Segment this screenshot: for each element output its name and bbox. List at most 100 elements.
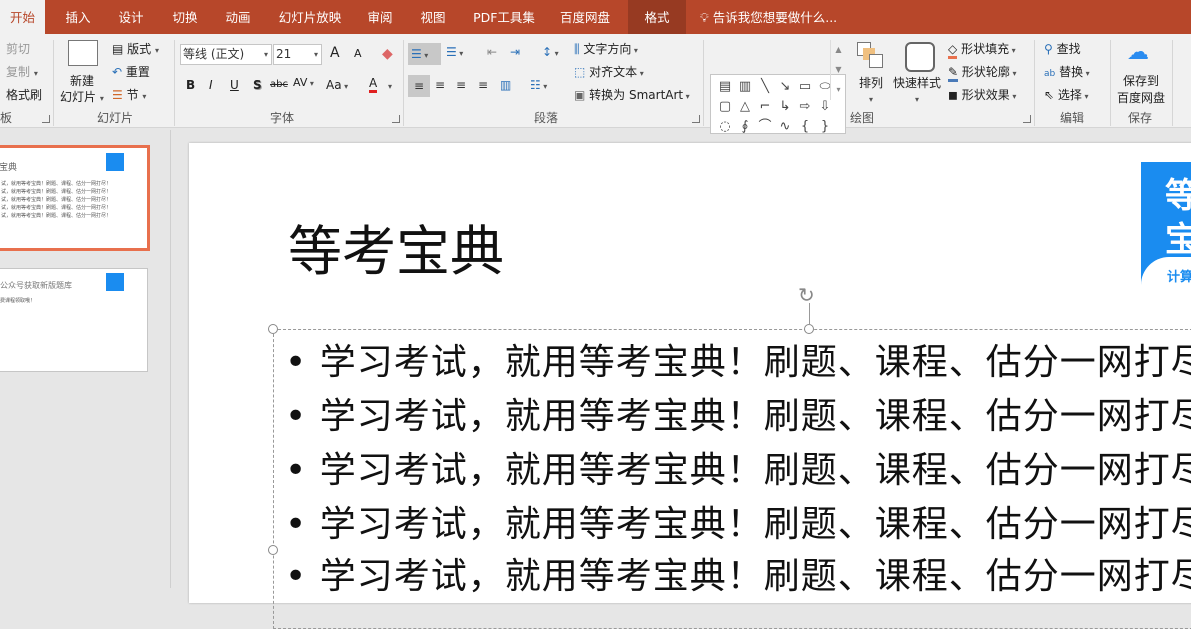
layout-button[interactable]: ▤ 版式 ▾: [112, 40, 159, 57]
line-spacing-icon[interactable]: ↕ ▾: [542, 45, 559, 59]
bullet-item: • 学习考试，就用等考宝典！刷题、课程、估分一网打尽！: [285, 556, 1191, 597]
shape-effects-icon: ◼: [948, 88, 958, 102]
textbox-shape-icon: ▤: [718, 79, 732, 94]
section-icon: ☰: [112, 88, 127, 102]
thumb-title: 宝典: [0, 163, 18, 173]
save-to-baidu-button[interactable]: 保存到 百度网盘: [1117, 72, 1165, 106]
new-slide-button[interactable]: 新建: [70, 72, 94, 89]
clear-formatting-icon[interactable]: ◆: [382, 46, 393, 62]
shrink-font-button[interactable]: A: [354, 47, 362, 60]
text-direction-button[interactable]: ⫼ 文字方向 ▾: [574, 40, 638, 57]
shape-fill-icon: ◇: [948, 42, 958, 59]
rounded-rect-shape-icon: ▢: [718, 99, 732, 114]
shapes-gallery[interactable]: ▤ ▥ ╲ ↘ ▭ ⬭ ▢ △ ⌐ ↳ ⇨ ⇩ ◌ ∮ ⌒ ∿{}: [710, 74, 846, 134]
bullets-button[interactable]: ☰ ▾: [408, 43, 441, 65]
smartart-button[interactable]: ▣ 转换为 SmartArt ▾: [574, 86, 690, 103]
align-text-icon: ⬚: [574, 65, 586, 79]
tab-insert[interactable]: 插入: [55, 0, 101, 34]
bold-button[interactable]: B: [186, 78, 195, 92]
columns-icon[interactable]: ☷ ▾: [530, 78, 547, 92]
drawing-launcher-icon[interactable]: [1023, 115, 1031, 123]
save-group-label: 保存: [1128, 111, 1153, 125]
paragraph-launcher-icon[interactable]: [692, 115, 700, 123]
reset-button[interactable]: ↶ 重置: [112, 63, 150, 80]
align-right-icon[interactable]: ≡: [456, 78, 466, 92]
font-name-select[interactable]: 等线 (正文) ▾: [180, 44, 272, 65]
shape-fill-button[interactable]: ◇ 形状填充 ▾: [948, 40, 1016, 59]
tab-review[interactable]: 审阅: [357, 0, 403, 34]
font-launcher-icon[interactable]: [392, 115, 400, 123]
distributed-icon[interactable]: ▥: [500, 78, 511, 92]
font-size-select[interactable]: 21 ▾: [273, 44, 322, 65]
tab-transitions[interactable]: 切换: [162, 0, 208, 34]
underline-button[interactable]: U: [230, 78, 239, 92]
align-center-icon[interactable]: ≡: [435, 78, 445, 92]
thumb-logo: [106, 153, 124, 171]
slide-thumbnail-2[interactable]: 公众号获取新版题库 费课程领取哦！: [0, 268, 148, 372]
font-color-dropdown[interactable]: ▾: [388, 82, 392, 91]
change-case-button[interactable]: Aa ▾: [326, 78, 348, 92]
font-color-button[interactable]: A: [369, 76, 378, 93]
line-shape-icon: ╲: [761, 79, 769, 94]
slide-title[interactable]: 等考宝典: [288, 207, 504, 286]
scribble-shape-icon: ∮: [741, 119, 749, 134]
align-left-button[interactable]: ≡: [408, 75, 430, 97]
tab-pdf-tools[interactable]: PDF工具集: [466, 0, 542, 34]
pane-splitter[interactable]: [170, 130, 171, 588]
replace-button[interactable]: ab 替换 ▾: [1044, 63, 1090, 80]
editing-group-label: 编辑: [1060, 111, 1085, 125]
justify-icon[interactable]: ≡: [478, 78, 488, 92]
quick-styles-button[interactable]: 快速样式 ▾: [893, 74, 941, 105]
bullet-item: • 学习考试，就用等考宝典！刷题、课程、估分一网打尽！: [285, 396, 1191, 437]
drawing-group-label: 绘图: [850, 111, 875, 125]
tab-design[interactable]: 设计: [108, 0, 154, 34]
dialog-launcher-icon[interactable]: [42, 115, 50, 123]
resize-handle[interactable]: [268, 545, 278, 555]
tab-view[interactable]: 视图: [410, 0, 456, 34]
italic-button[interactable]: I: [209, 78, 213, 92]
arrange-button[interactable]: 排列 ▾: [859, 74, 883, 105]
find-button[interactable]: ⚲ 查找: [1044, 40, 1081, 57]
strikethrough-button[interactable]: abc: [270, 79, 288, 90]
cut-button[interactable]: 剪切: [6, 40, 30, 57]
tell-me-text: 告诉我您想要做什么...: [712, 10, 838, 25]
shape-outline-button[interactable]: ✎ 形状轮廓 ▾: [948, 63, 1016, 82]
select-button[interactable]: ⇖ 选择 ▾: [1044, 86, 1088, 103]
tab-slideshow[interactable]: 幻灯片放映: [272, 0, 348, 34]
tell-me-search[interactable]: 💡︎ 告诉我您想要做什么...: [700, 0, 837, 34]
down-arrow-shape-icon: ⇩: [819, 99, 831, 114]
rotate-handle-icon[interactable]: ↻: [798, 283, 815, 307]
char-spacing-button[interactable]: AV ▾: [293, 76, 314, 89]
freeform-shape-icon: ◌: [719, 119, 731, 134]
slides-group-label: 幻灯片: [97, 111, 134, 125]
thumb-lines: 试，就用等考宝典！刷题、课程、估分一网打尽！ 试，就用等考宝典！刷题、课程、估分一…: [1, 181, 112, 219]
baidu-cloud-icon: ☁: [1127, 40, 1149, 65]
bullet-item: • 学习考试，就用等考宝典！刷题、课程、估分一网打尽！: [285, 342, 1191, 383]
numbering-button[interactable]: ☰ ▾: [446, 45, 463, 59]
ribbon: 剪切 复制 ▾ 格式刷 板 新建 幻灯片 ▾ ▤ 版式 ▾ ↶ 重置 ☰ 节 ▾…: [0, 34, 1191, 134]
new-slide-dropdown[interactable]: 幻灯片 ▾: [60, 88, 104, 105]
tab-format[interactable]: 格式: [628, 0, 686, 34]
section-button[interactable]: ☰ 节 ▾: [112, 86, 146, 103]
resize-handle[interactable]: [268, 324, 278, 334]
layout-icon: ▤: [112, 42, 128, 56]
slide-thumbnail-1[interactable]: 宝典 试，就用等考宝典！刷题、课程、估分一网打尽！ 试，就用等考宝典！刷题、课程、…: [0, 145, 150, 251]
tab-animations[interactable]: 动画: [215, 0, 261, 34]
shadow-button[interactable]: S: [253, 78, 262, 92]
format-painter-button[interactable]: 格式刷: [6, 86, 42, 103]
tab-baidu[interactable]: 百度网盘: [552, 0, 618, 34]
tab-home[interactable]: 开始: [0, 0, 45, 34]
increase-indent-icon[interactable]: ⇥: [510, 45, 520, 59]
rectangle-shape-icon: ▭: [798, 79, 812, 94]
decrease-indent-icon[interactable]: ⇤: [487, 45, 497, 59]
quick-styles-icon: [905, 42, 935, 72]
logo: 等 宝 计算: [1141, 162, 1191, 285]
grow-font-button[interactable]: A: [330, 45, 340, 61]
copy-button[interactable]: 复制 ▾: [6, 63, 38, 80]
shape-effects-button[interactable]: ◼ 形状效果 ▾: [948, 86, 1016, 103]
slide-canvas[interactable]: 等考宝典 等 宝 计算 ↻ • 学习考试，就用等考宝典！刷题、课程、估分一网打尽…: [189, 143, 1191, 629]
right-arrow-shape-icon: ⇨: [799, 99, 811, 114]
gallery-scroll[interactable]: ▲ ▼ ▾: [830, 40, 846, 100]
triangle-shape-icon: △: [740, 99, 750, 114]
align-text-button[interactable]: ⬚ 对齐文本 ▾: [574, 63, 644, 80]
